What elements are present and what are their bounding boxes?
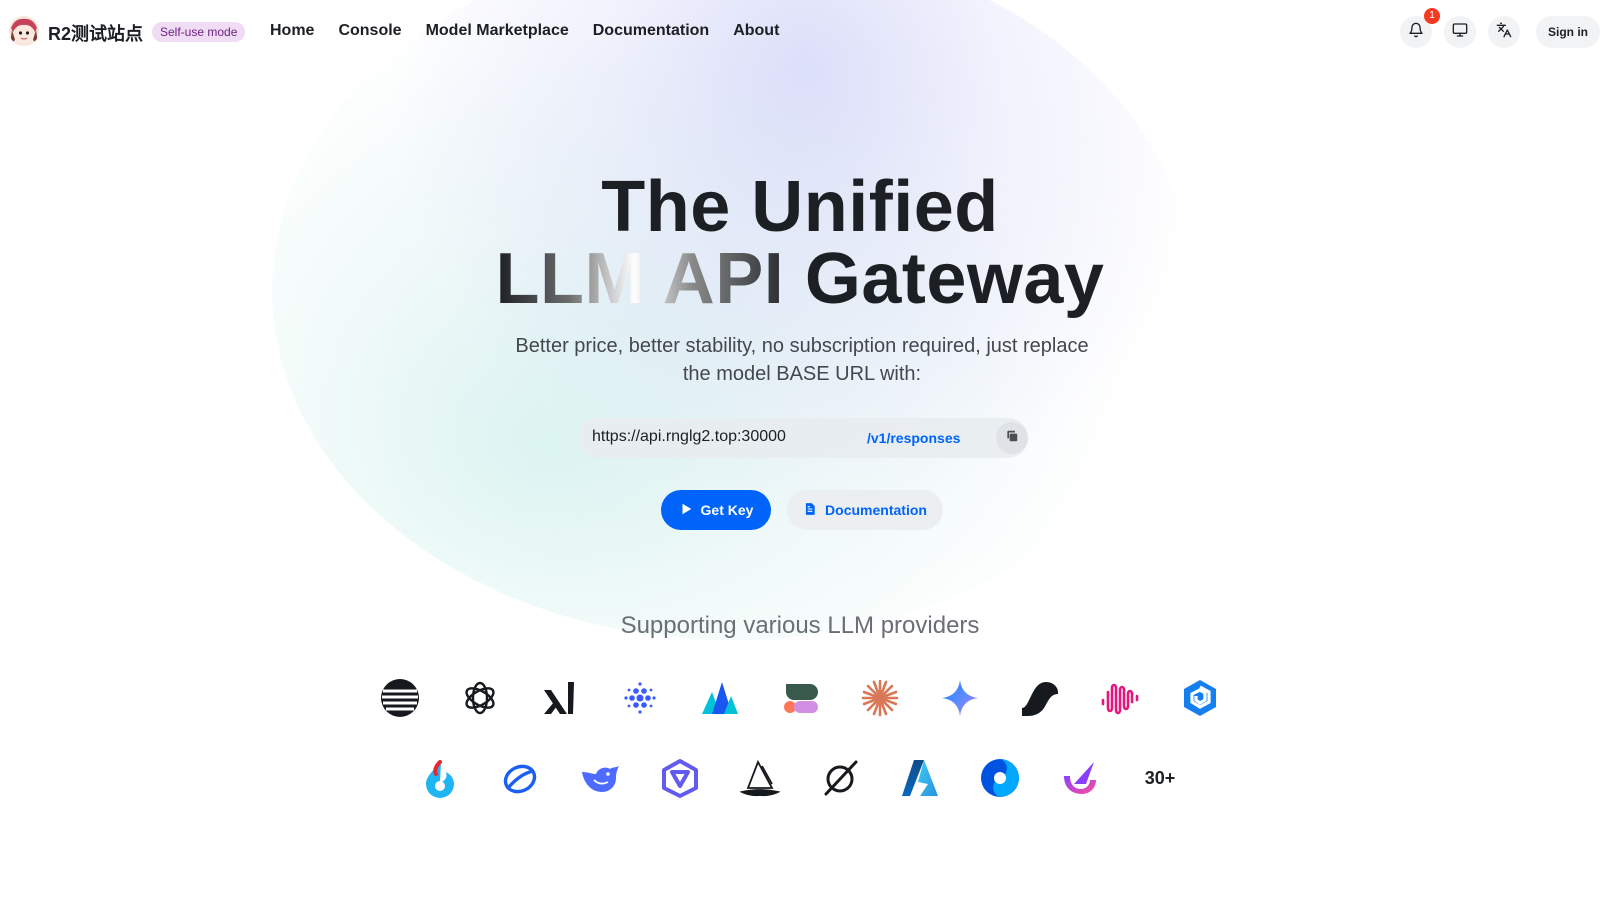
minimax-icon (1100, 678, 1140, 718)
gemini-icon (940, 678, 980, 718)
spark-icon (420, 758, 460, 798)
top-navbar: R2测试站点 Self-use mode Home Console Model … (0, 0, 1600, 62)
documentation-label: Documentation (825, 502, 927, 518)
hero-background-glow (272, 0, 1192, 640)
moonshot-icon (380, 678, 420, 718)
hero-subtitle: Better price, better stability, no subsc… (515, 335, 1089, 385)
endpoint-path[interactable]: /v1/responses (867, 430, 960, 446)
claude-icon (860, 678, 900, 718)
hero-title-rest: Gateway (784, 239, 1105, 319)
providers-title: Supporting various LLM providers (620, 612, 980, 639)
document-icon (803, 502, 817, 519)
grok-icon (820, 758, 860, 798)
nav-home[interactable]: Home (270, 22, 314, 40)
kling-icon (1060, 758, 1100, 798)
cohere-icon (780, 678, 820, 718)
base-url-box: https://api.rnglg2.top:30000 /v1/respons… (578, 418, 1028, 458)
hero-title-line1: The Unified (601, 167, 999, 247)
midjourney-icon (740, 758, 780, 798)
openai-icon (460, 678, 500, 718)
bell-icon (1408, 22, 1424, 43)
nav-model-marketplace[interactable]: Model Marketplace (426, 22, 569, 40)
provider-icons-row-1 (0, 678, 1600, 718)
suno-icon (1020, 678, 1060, 718)
site-logo[interactable] (9, 16, 39, 46)
self-use-mode-badge: Self-use mode (152, 22, 246, 42)
documentation-button[interactable]: Documentation (787, 490, 943, 530)
qwen-icon (660, 758, 700, 798)
more-providers-count: 30+ (1144, 767, 1176, 788)
deepseek-icon (580, 758, 620, 798)
sign-in-button[interactable]: Sign in (1536, 16, 1600, 48)
wenxin-icon (1180, 678, 1220, 718)
get-key-label: Get Key (700, 502, 754, 518)
get-key-button[interactable]: Get Key (661, 490, 771, 530)
theme-toggle-button[interactable] (1444, 16, 1476, 48)
site-name[interactable]: R2测试站点 (48, 20, 143, 46)
doubao-icon (500, 758, 540, 798)
base-url-text[interactable]: https://api.rnglg2.top:30000 (592, 428, 786, 446)
copy-url-button[interactable] (996, 422, 1028, 454)
notification-count-badge: 1 (1424, 8, 1440, 24)
volcengine-icon (700, 678, 740, 718)
nav-console[interactable]: Console (338, 22, 401, 40)
hero-title-highlight: LLM API (495, 239, 785, 319)
language-button[interactable] (1488, 16, 1520, 48)
azure-icon (900, 758, 940, 798)
nav-about[interactable]: About (733, 22, 779, 40)
translate-icon (1496, 22, 1512, 43)
nav-documentation[interactable]: Documentation (593, 22, 709, 40)
monitor-icon (1452, 22, 1468, 43)
hunyuan-icon (980, 758, 1020, 798)
zhipu-icon (620, 678, 660, 718)
play-icon (679, 502, 693, 519)
xai-icon (540, 678, 580, 718)
copy-icon (1005, 429, 1019, 448)
hero-title-line2: LLM API Gateway (0, 238, 1600, 320)
main-nav: Home Console Model Marketplace Documenta… (270, 22, 803, 40)
provider-icons-row-2: 30+ (0, 758, 1600, 798)
